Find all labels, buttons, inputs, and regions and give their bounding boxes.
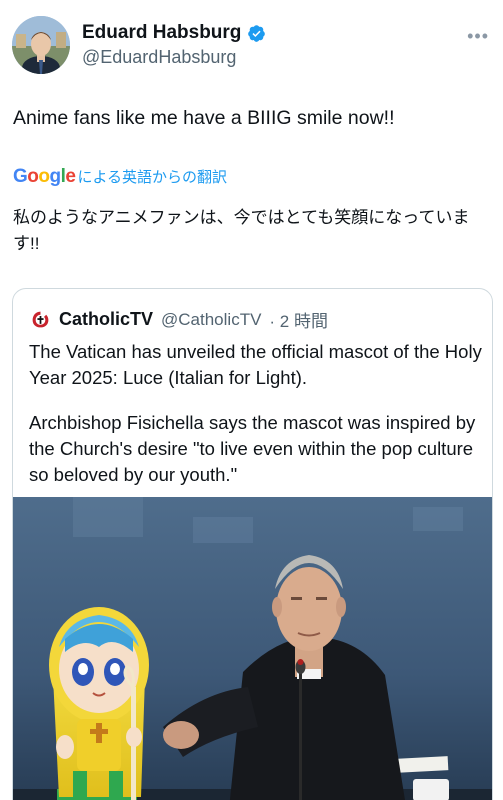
more-options-icon[interactable]: ••• — [467, 26, 489, 47]
google-logo: Google — [13, 166, 76, 187]
author-name-row: Eduard Habsburg — [82, 22, 266, 44]
quote-paragraph: Archbishop Fisichella says the mascot wa… — [29, 412, 476, 485]
quote-author-handle[interactable]: @CatholicTV — [161, 310, 261, 330]
author-display-name[interactable]: Eduard Habsburg — [82, 22, 241, 44]
quote-header: CatholicTV @CatholicTV · 2 時間 — [30, 307, 328, 332]
translation-label[interactable]: による英語からの翻訳 — [77, 166, 227, 187]
quote-image[interactable] — [13, 497, 492, 800]
quote-text: The Vatican has unveiled the official ma… — [29, 339, 485, 488]
avatar-photo-icon — [12, 16, 70, 74]
tweet-page: Eduard Habsburg @EduardHabsburg ••• Anim… — [0, 0, 503, 800]
press-photo-icon — [13, 497, 492, 800]
quote-timestamp[interactable]: · 2 時間 — [269, 307, 328, 332]
tweet-header: Eduard Habsburg @EduardHabsburg ••• — [12, 14, 491, 78]
author-handle[interactable]: @EduardHabsburg — [82, 47, 236, 68]
verified-badge-icon — [248, 24, 266, 42]
quote-tweet-card[interactable]: CatholicTV @CatholicTV · 2 時間 The Vatica… — [12, 288, 493, 800]
quote-paragraph: The Vatican has unveiled the official ma… — [29, 341, 482, 388]
catholictv-logo-icon — [30, 309, 51, 330]
tweet-text: Anime fans like me have a BIIIG smile no… — [13, 107, 395, 129]
translated-text: 私のようなアニメファンは、今ではとても笑顔になっています!! — [13, 208, 470, 253]
avatar[interactable] — [12, 16, 70, 74]
translation-attribution: Google による英語からの翻訳 — [13, 166, 227, 188]
quote-author-name[interactable]: CatholicTV — [59, 309, 153, 330]
